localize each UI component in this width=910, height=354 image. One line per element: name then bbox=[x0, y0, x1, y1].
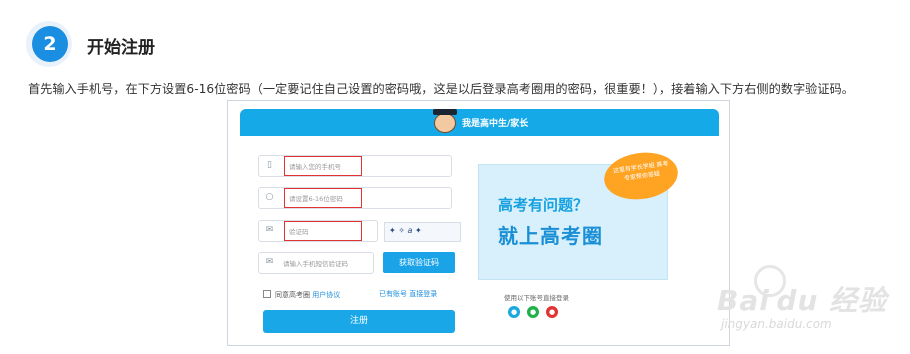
form-header-title: 我是高中生/家长 bbox=[462, 119, 529, 129]
mail-icon: ✉ bbox=[265, 225, 274, 235]
agree-checkbox[interactable] bbox=[263, 290, 271, 298]
promo-bubble: 这里有学长学姐 高考专家帮你答疑 bbox=[601, 148, 681, 204]
captcha-image-text: ✦ ✧ a ✦ bbox=[389, 226, 422, 235]
password-field[interactable]: ○ 请设置6-16位密码 bbox=[258, 187, 452, 209]
social-login-label: 使用以下账号直接登录 bbox=[504, 294, 569, 302]
watermark-text: Bai du 经验 bbox=[717, 284, 888, 317]
sms-code-placeholder: 请输入手机短信验证码 bbox=[283, 260, 348, 268]
watermark-url: jingyan.baidu.com bbox=[721, 317, 832, 331]
promo-banner: 这里有学长学姐 高考专家帮你答疑 高考有问题？ 就上高考圈 bbox=[478, 148, 681, 280]
get-sms-code-button[interactable]: 获取验证码 bbox=[383, 252, 455, 273]
qq-icon[interactable]: ● bbox=[508, 306, 520, 318]
weibo-icon[interactable]: ● bbox=[546, 306, 558, 318]
user-agreement-link[interactable]: 用户协议 bbox=[312, 291, 340, 299]
registration-screenshot: 我是高中生/家长 ▯ 请输入您的手机号 ○ 请设置6-16位密码 ✉ 验证码 ✦… bbox=[227, 100, 730, 346]
captcha-field[interactable]: ✉ 验证码 bbox=[258, 220, 378, 242]
agreement-row: 同意高考圈 用户协议 bbox=[263, 289, 340, 300]
agree-label: 同意高考圈 bbox=[275, 291, 310, 299]
login-link[interactable]: 已有账号 直接登录 bbox=[379, 289, 437, 299]
register-button[interactable]: 注册 bbox=[263, 310, 455, 333]
mail-icon: ✉ bbox=[265, 257, 274, 267]
sms-code-field[interactable]: ✉ 请输入手机短信验证码 bbox=[258, 252, 374, 274]
phone-placeholder: 请输入您的手机号 bbox=[289, 163, 341, 171]
captcha-image[interactable]: ✦ ✧ a ✦ bbox=[384, 222, 461, 242]
wechat-icon[interactable]: ● bbox=[527, 306, 539, 318]
instruction-text: 首先输入手机号，在下方设置6-16位密码（一定要记住自己设置的密码哦，这是以后登… bbox=[28, 82, 854, 96]
mascot-icon bbox=[433, 109, 457, 133]
form-header: 我是高中生/家长 bbox=[240, 109, 719, 136]
captcha-placeholder: 验证码 bbox=[289, 228, 309, 236]
promo-main-text: 就上高考圈 bbox=[498, 224, 603, 248]
step-number-badge: 2 bbox=[32, 26, 68, 62]
phone-field[interactable]: ▯ 请输入您的手机号 bbox=[258, 155, 452, 177]
phone-icon: ▯ bbox=[267, 160, 272, 170]
lock-icon: ○ bbox=[265, 192, 274, 202]
password-placeholder: 请设置6-16位密码 bbox=[289, 195, 343, 203]
promo-bubble-text: 这里有学长学姐 高考专家帮你答疑 bbox=[612, 160, 669, 183]
promo-question: 高考有问题？ bbox=[498, 196, 589, 214]
step-title: 开始注册 bbox=[87, 38, 155, 58]
